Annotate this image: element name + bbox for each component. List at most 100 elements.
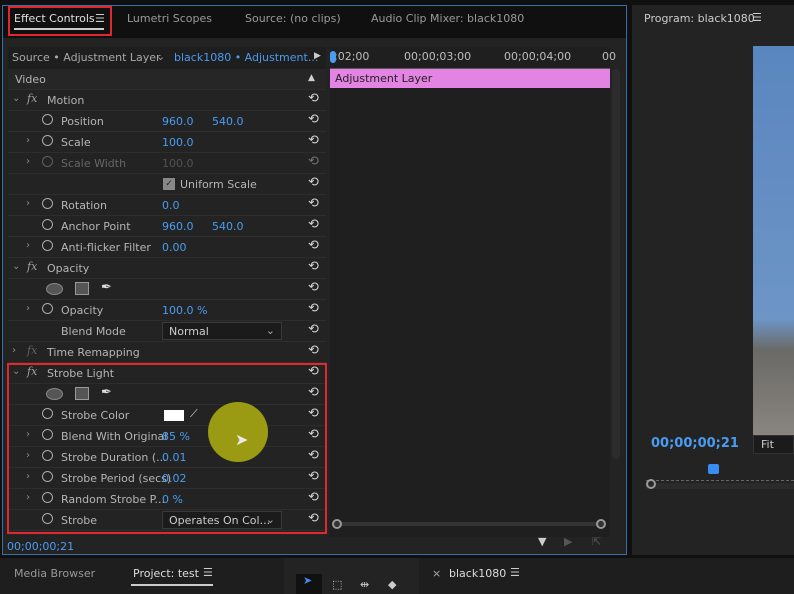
reset-icon[interactable]: ⟲ (308, 91, 319, 106)
property-label: Position (61, 115, 104, 128)
scroll-handle-right[interactable] (596, 519, 606, 529)
collapse-up-icon[interactable]: ▲ (308, 73, 315, 83)
ruler-tick: 00;00;03;00 (404, 50, 472, 63)
property-row-anti-flicker-filter: › Anti-flicker Filter 0.00 ⟲ (8, 237, 326, 258)
effect-opacity: ⌄ fx Opacity ⟲ (8, 258, 326, 279)
stopwatch-icon[interactable] (42, 303, 53, 314)
panel-menu-icon[interactable]: ☰ (203, 566, 213, 579)
fx-icon[interactable]: fx (27, 92, 37, 105)
reset-icon[interactable]: ⟲ (308, 259, 319, 274)
reset-icon[interactable]: ⟲ (308, 112, 319, 127)
property-label: Opacity (61, 304, 104, 317)
property-label: Rotation (61, 199, 108, 212)
clip-selector[interactable]: black1080 • Adjustment... (174, 51, 318, 64)
playhead[interactable] (330, 51, 336, 63)
twirl-icon[interactable]: › (26, 135, 30, 146)
zoom-handle[interactable] (646, 479, 656, 489)
vertical-scrollbar[interactable] (612, 69, 620, 459)
tab-sequence[interactable]: black1080 (449, 567, 506, 580)
reset-icon[interactable]: ⟲ (308, 154, 319, 169)
twirl-icon[interactable]: › (26, 156, 30, 167)
export-icon[interactable]: ⇱ (592, 535, 601, 548)
cursor-highlight: ➤ (208, 402, 268, 462)
property-value[interactable]: 0.0 (162, 199, 180, 212)
chevron-down-icon[interactable]: ⌄ (156, 50, 165, 63)
select-dropdown[interactable]: Normal ⌄ (162, 322, 282, 340)
property-value-2[interactable]: 540.0 (212, 115, 244, 128)
program-playhead[interactable] (708, 464, 719, 474)
pen-mask-icon[interactable]: ✒ (101, 280, 112, 295)
program-tab[interactable]: Program: black1080 (644, 12, 755, 25)
stopwatch-icon[interactable] (42, 135, 53, 146)
bottom-panels: Media Browser Project: test ☰ ➤ ⬚ ⇹ ◆ × … (0, 558, 794, 594)
razor-icon[interactable]: ◆ (388, 578, 396, 591)
close-icon[interactable]: × (432, 567, 441, 580)
tab-media-browser[interactable]: Media Browser (14, 567, 95, 580)
zoom-scrollbar[interactable] (646, 483, 794, 489)
property-label: Scale Width (61, 157, 127, 170)
twirl-icon[interactable]: › (26, 240, 30, 251)
reset-icon[interactable]: ⟲ (308, 322, 319, 337)
panel-menu-icon[interactable]: ☰ (752, 11, 762, 24)
twirl-icon[interactable]: › (26, 303, 30, 314)
property-value-2[interactable]: 540.0 (212, 220, 244, 233)
stopwatch-icon[interactable] (42, 156, 53, 167)
reset-icon[interactable]: ⟲ (308, 238, 319, 253)
property-value[interactable]: 100.0 % (162, 304, 207, 317)
twirl-icon[interactable]: ⌄ (12, 93, 20, 104)
property-value[interactable]: 100.0 (162, 157, 194, 170)
reset-icon[interactable]: ⟲ (308, 133, 319, 148)
reset-icon[interactable]: ⟲ (308, 196, 319, 211)
horizontal-scrollbar[interactable] (332, 522, 604, 526)
effect-name: Motion (47, 94, 85, 107)
ec-timeline: ;02;00 00;00;03;00 00;00;04;00 00 Adjust… (330, 47, 620, 548)
effect-name: Time Remapping (47, 346, 140, 359)
twirl-icon[interactable]: › (12, 345, 16, 356)
property-row-anchor-point: Anchor Point 960.0 540.0 ⟲ (8, 216, 326, 237)
property-label: Anti-flicker Filter (61, 241, 151, 254)
property-row-opacity: › Opacity 100.0 % ⟲ (8, 300, 326, 321)
program-timecode[interactable]: 00;00;00;21 (651, 436, 739, 451)
reset-icon[interactable]: ⟲ (308, 175, 319, 190)
stopwatch-icon[interactable] (42, 219, 53, 230)
play-triangle-icon[interactable]: ▶ (314, 51, 321, 61)
property-value[interactable]: 960.0 (162, 220, 194, 233)
reset-icon[interactable]: ⟲ (308, 217, 319, 232)
reset-icon[interactable]: ⟲ (308, 280, 319, 295)
video-label: Video (15, 73, 46, 86)
effect-time-remapping: › fx Time Remapping ⟲ (8, 342, 326, 363)
ellipse-mask-icon[interactable] (46, 283, 63, 295)
property-value[interactable]: 0.00 (162, 241, 187, 254)
stopwatch-icon[interactable] (42, 198, 53, 209)
fx-icon[interactable]: fx (27, 344, 37, 357)
play-audio-icon[interactable]: ▶ (564, 535, 572, 548)
fit-dropdown[interactable]: Fit (753, 435, 794, 454)
stopwatch-icon[interactable] (42, 114, 53, 125)
twirl-icon[interactable]: ⌄ (12, 261, 20, 272)
reset-icon[interactable]: ⟲ (308, 301, 319, 316)
filter-icon[interactable]: ▼ (538, 535, 546, 548)
tab-project[interactable]: Project: test (133, 567, 199, 580)
fx-icon[interactable]: fx (27, 260, 37, 273)
property-label: Blend Mode (61, 325, 126, 338)
property-value[interactable]: 960.0 (162, 115, 194, 128)
uniform-scale-checkbox[interactable]: ✓ (163, 178, 175, 190)
reset-icon[interactable]: ⟲ (308, 343, 319, 358)
selection-tool[interactable]: ➤ (296, 574, 322, 594)
twirl-icon[interactable]: › (26, 198, 30, 209)
ripple-edit-icon[interactable]: ⇹ (360, 578, 369, 591)
program-monitor: Program: black1080 ☰ 00;00;00;21 Fit (632, 5, 794, 555)
property-value[interactable]: 100.0 (162, 136, 194, 149)
ec-timecode[interactable]: 00;00;00;21 (7, 540, 74, 553)
video-frame (753, 46, 794, 436)
property-row-position: Position 960.0 540.0 ⟲ (8, 111, 326, 132)
stopwatch-icon[interactable] (42, 240, 53, 251)
source-label: Source • Adjustment Layer (12, 51, 161, 64)
effect-motion: ⌄ fx Motion ⟲ (8, 90, 326, 111)
scroll-handle-left[interactable] (332, 519, 342, 529)
panel-menu-icon[interactable]: ☰ (510, 566, 520, 579)
track-select-icon[interactable]: ⬚ (332, 578, 342, 591)
rectangle-mask-icon[interactable] (75, 282, 89, 295)
program-ruler (646, 473, 794, 481)
adjustment-layer-clip[interactable]: Adjustment Layer (330, 69, 610, 88)
